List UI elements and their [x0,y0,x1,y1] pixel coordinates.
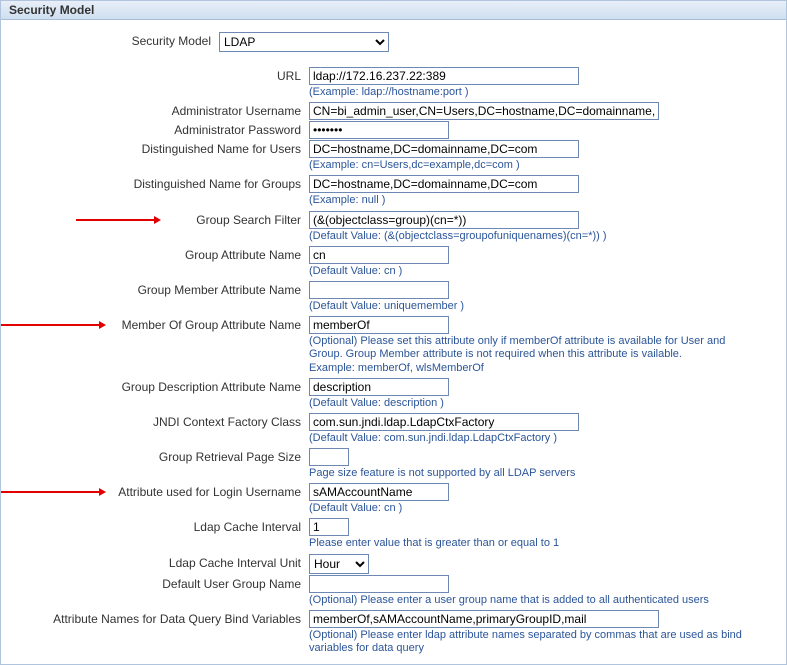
login-attr-hint: (Default Value: cn ) [309,502,776,515]
bind-vars-input[interactable] [309,610,659,628]
group-desc-attr-label: Group Description Attribute Name [11,378,309,394]
url-label: URL [11,67,309,83]
group-desc-attr-hint: (Default Value: description ) [309,397,776,410]
group-filter-hint: (Default Value: (&(objectclass=groupofun… [309,230,776,243]
dn-users-label: Distinguished Name for Users [11,140,309,156]
group-filter-input[interactable] [309,211,579,229]
dn-groups-hint: (Example: null ) [309,194,776,207]
admin-pass-input[interactable] [309,121,449,139]
jndi-factory-label: JNDI Context Factory Class [11,413,309,429]
cache-interval-input[interactable] [309,518,349,536]
group-member-attr-hint: (Default Value: uniquemember ) [309,300,776,313]
security-model-label: Security Model [11,32,219,48]
member-of-attr-input[interactable] [309,316,449,334]
cache-interval-hint: Please enter value that is greater than … [309,537,776,550]
jndi-factory-hint: (Default Value: com.sun.jndi.ldap.LdapCt… [309,432,776,445]
default-group-input[interactable] [309,575,449,593]
dn-groups-input[interactable] [309,175,579,193]
dn-users-input[interactable] [309,140,579,158]
group-attr-label: Group Attribute Name [11,246,309,262]
arrow-icon [1,487,106,497]
url-hint: (Example: ldap://hostname:port ) [309,86,776,99]
group-desc-attr-input[interactable] [309,378,449,396]
page-size-hint: Page size feature is not supported by al… [309,467,776,480]
security-model-panel: Security Model Security Model LDAP URL (… [0,0,787,665]
dn-groups-label: Distinguished Name for Groups [11,175,309,191]
group-member-attr-label: Group Member Attribute Name [11,281,309,297]
cache-interval-label: Ldap Cache Interval [11,518,309,534]
default-group-hint: (Optional) Please enter a user group nam… [309,594,776,607]
group-attr-hint: (Default Value: cn ) [309,265,776,278]
admin-pass-label: Administrator Password [11,121,309,137]
admin-user-label: Administrator Username [11,102,309,118]
url-input[interactable] [309,67,579,85]
group-attr-input[interactable] [309,246,449,264]
bind-vars-hint: (Optional) Please enter ldap attribute n… [309,629,776,655]
arrow-icon [1,320,106,330]
jndi-factory-input[interactable] [309,413,579,431]
cache-unit-select[interactable]: Hour [309,554,369,574]
panel-title: Security Model [1,1,786,20]
security-model-select[interactable]: LDAP [219,32,389,52]
cache-unit-label: Ldap Cache Interval Unit [11,554,309,570]
group-member-attr-input[interactable] [309,281,449,299]
arrow-icon [76,215,161,225]
page-size-input[interactable] [309,448,349,466]
bind-vars-label: Attribute Names for Data Query Bind Vari… [11,610,309,626]
member-of-attr-hint: (Optional) Please set this attribute onl… [309,335,729,375]
admin-user-input[interactable] [309,102,659,120]
dn-users-hint: (Example: cn=Users,dc=example,dc=com ) [309,159,776,172]
page-size-label: Group Retrieval Page Size [11,448,309,464]
login-attr-input[interactable] [309,483,449,501]
form-area: Security Model LDAP URL (Example: ldap:/… [1,20,786,664]
